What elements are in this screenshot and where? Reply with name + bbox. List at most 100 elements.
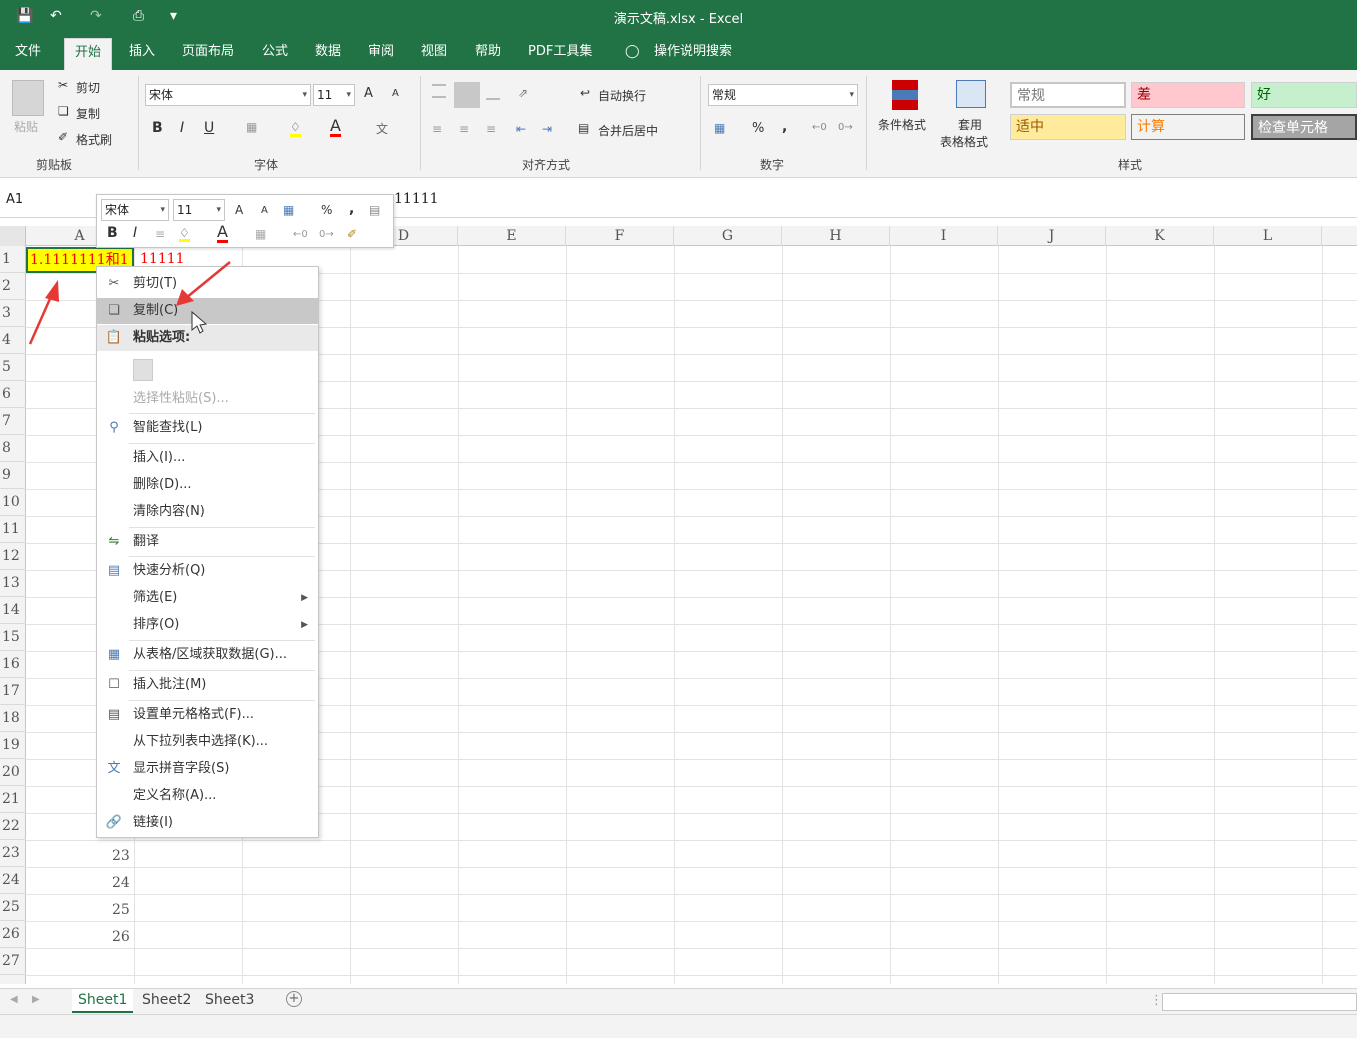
shrink-font-button[interactable]: A xyxy=(392,88,399,99)
conditional-format-icon[interactable] xyxy=(892,80,918,110)
menu-item-translate[interactable]: ⇋ 翻译 xyxy=(97,529,318,555)
formula-input[interactable]: 11111 xyxy=(394,191,439,207)
mini-percent-button[interactable]: % xyxy=(321,203,332,217)
percent-button[interactable]: % xyxy=(752,121,764,136)
row-header-27[interactable]: 27 xyxy=(0,948,26,975)
font-color-button[interactable]: A xyxy=(330,118,341,137)
name-box[interactable]: A1 xyxy=(6,192,23,207)
bold-button[interactable]: B xyxy=(152,120,163,136)
merge-icon[interactable]: ▤ xyxy=(578,121,589,135)
copy-button[interactable]: 复制 xyxy=(76,105,100,122)
sheet-tab-1[interactable]: Sheet1 xyxy=(72,989,134,1013)
row-header-5[interactable]: 5 xyxy=(0,354,26,381)
style-bad[interactable]: 差 xyxy=(1131,82,1245,108)
grow-font-button[interactable]: A xyxy=(364,86,373,101)
column-header-l[interactable]: L xyxy=(1214,226,1322,246)
menu-item-format-cells[interactable]: ▤ 设置单元格格式(F)... xyxy=(97,702,318,728)
row-header-16[interactable]: 16 xyxy=(0,651,26,678)
row-header-6[interactable]: 6 xyxy=(0,381,26,408)
tab-data[interactable]: 数据 xyxy=(315,42,341,70)
mini-bold-button[interactable]: B xyxy=(107,225,118,241)
menu-item-pick-from-list[interactable]: 从下拉列表中选择(K)... xyxy=(97,729,318,755)
row-header-19[interactable]: 19 xyxy=(0,732,26,759)
row-header-24[interactable]: 24 xyxy=(0,867,26,894)
tab-page-layout[interactable]: 页面布局 xyxy=(182,42,234,70)
row-header-25[interactable]: 25 xyxy=(0,894,26,921)
underline-button[interactable]: U xyxy=(204,120,214,136)
tab-pdf-tools[interactable]: PDF工具集 xyxy=(528,42,592,70)
row-header-21[interactable]: 21 xyxy=(0,786,26,813)
menu-item-sort[interactable]: 排序(O) ▶ xyxy=(97,612,318,638)
style-good[interactable]: 好 xyxy=(1251,82,1357,108)
row-header-3[interactable]: 3 xyxy=(0,300,26,327)
mini-align-center-icon[interactable]: ≡ xyxy=(155,227,165,241)
row-header-1[interactable]: 1 xyxy=(0,246,26,273)
mini-grow-font-button[interactable]: A xyxy=(235,203,243,217)
menu-item-copy[interactable]: ❏ 复制(C) xyxy=(97,298,318,324)
cell-b26[interactable]: 26 xyxy=(112,929,130,945)
paste-button[interactable]: 粘贴 xyxy=(14,118,38,135)
column-header-j[interactable]: J xyxy=(998,226,1106,246)
align-top-icon[interactable] xyxy=(432,84,446,98)
mini-decrease-decimal-icon[interactable]: 0→ xyxy=(319,229,334,240)
style-check-cell[interactable]: 检查单元格 xyxy=(1251,114,1357,140)
style-calculation[interactable]: 计算 xyxy=(1131,114,1245,140)
row-header-7[interactable]: 7 xyxy=(0,408,26,435)
cell-b23[interactable]: 23 xyxy=(112,848,130,864)
cut-icon[interactable]: ✂ xyxy=(58,78,68,92)
tab-view[interactable]: 视图 xyxy=(421,42,447,70)
mini-currency-icon[interactable]: ▦ xyxy=(283,203,294,217)
mini-format-painter-icon[interactable]: ✐ xyxy=(347,227,357,241)
orientation-icon[interactable]: ⇗ xyxy=(518,86,528,100)
sheet-tab-3[interactable]: Sheet3 xyxy=(199,989,260,1013)
row-header-22[interactable]: 22 xyxy=(0,813,26,840)
increase-indent-icon[interactable]: ⇥ xyxy=(542,122,552,136)
tab-help[interactable]: 帮助 xyxy=(475,42,501,70)
decrease-decimal-icon[interactable]: 0→ xyxy=(838,122,853,133)
column-header-g[interactable]: G xyxy=(674,226,782,246)
increase-decimal-icon[interactable]: ←0 xyxy=(812,122,827,133)
wrap-text-icon[interactable]: ↩ xyxy=(580,86,590,100)
tab-file[interactable]: 文件 xyxy=(15,42,41,70)
conditional-format-button[interactable]: 条件格式 xyxy=(878,116,926,133)
mini-font-color-button[interactable]: A xyxy=(217,224,228,243)
align-center-icon[interactable]: ≡ xyxy=(459,122,469,136)
tab-insert[interactable]: 插入 xyxy=(129,42,155,70)
align-right-icon[interactable]: ≡ xyxy=(486,122,496,136)
menu-item-phonetic[interactable]: 文显示拼音字段(S) xyxy=(97,756,318,782)
select-all-corner[interactable] xyxy=(0,226,26,246)
row-header-15[interactable]: 15 xyxy=(0,624,26,651)
table-format-label-2[interactable]: 表格格式 xyxy=(940,133,988,150)
menu-item-insert[interactable]: 插入(I)... xyxy=(97,445,318,471)
row-header-26[interactable]: 26 xyxy=(0,921,26,948)
decrease-indent-icon[interactable]: ⇤ xyxy=(516,122,526,136)
align-left-icon[interactable]: ≡ xyxy=(432,122,442,136)
add-sheet-icon[interactable]: + xyxy=(286,991,302,1007)
menu-item-filter[interactable]: 筛选(E) ▶ xyxy=(97,585,318,611)
mini-format-cells-icon[interactable]: ▤ xyxy=(369,203,380,217)
menu-item-get-data[interactable]: ▦ 从表格/区域获取数据(G)... xyxy=(97,642,318,668)
mini-font-size[interactable]: 11 ▾ xyxy=(173,199,225,221)
scroll-sheets-right-icon[interactable]: ▶ xyxy=(32,994,40,1005)
row-header-9[interactable]: 9 xyxy=(0,462,26,489)
phonetic-button[interactable]: 文 xyxy=(376,120,388,137)
italic-button[interactable]: I xyxy=(180,120,184,136)
align-middle-icon[interactable] xyxy=(454,82,480,108)
row-header-10[interactable]: 10 xyxy=(0,489,26,516)
tab-review[interactable]: 审阅 xyxy=(368,42,394,70)
column-header-i[interactable]: I xyxy=(890,226,998,246)
style-normal[interactable]: 常规 xyxy=(1010,82,1126,108)
comma-button[interactable]: , xyxy=(782,119,787,135)
menu-item-smart-lookup[interactable]: ⚲ 智能查找(L) xyxy=(97,415,318,441)
menu-item-define-name[interactable]: 定义名称(A)... xyxy=(97,783,318,809)
row-header-18[interactable]: 18 xyxy=(0,705,26,732)
row-header-14[interactable]: 14 xyxy=(0,597,26,624)
number-format-combo[interactable]: 常规 ▾ xyxy=(708,84,858,106)
mini-italic-button[interactable]: I xyxy=(133,225,137,241)
row-header-17[interactable]: 17 xyxy=(0,678,26,705)
column-header-e[interactable]: E xyxy=(458,226,566,246)
paste-option-icon[interactable] xyxy=(133,359,153,381)
row-header-23[interactable]: 23 xyxy=(0,840,26,867)
lightbulb-icon[interactable]: ◯ xyxy=(625,42,640,70)
sheet-tab-2[interactable]: Sheet2 xyxy=(136,989,197,1013)
